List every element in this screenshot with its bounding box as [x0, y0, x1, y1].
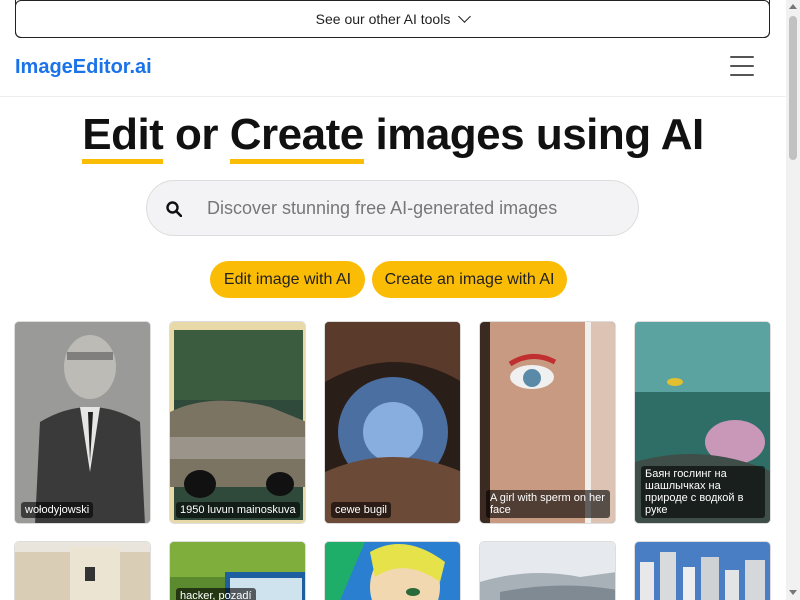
gallery-card[interactable]: 1950 luvun mainoskuva	[169, 321, 306, 524]
gallery-card[interactable]: A girl with sperm on her face	[479, 321, 616, 524]
title-create-word: Create	[229, 110, 364, 164]
vintage-car-image	[170, 322, 305, 523]
fisheye-image	[325, 322, 460, 523]
gallery-card[interactable]	[324, 541, 461, 600]
brand-logo[interactable]: ImageEditor.ai	[15, 56, 152, 79]
search-icon	[166, 201, 182, 217]
gallery-card[interactable]: cewe bugil	[324, 321, 461, 524]
city-image	[635, 542, 770, 600]
menu-icon[interactable]	[730, 56, 754, 76]
title-rest: images using AI	[363, 110, 704, 159]
card-caption: 1950 luvun mainoskuva	[176, 502, 300, 518]
other-tools-label: See our other AI tools	[315, 10, 451, 27]
title-edit-word: Edit	[82, 110, 164, 164]
scroll-up-icon[interactable]	[789, 4, 797, 9]
card-caption: A girl with sperm on her face	[486, 490, 610, 518]
card-caption: wołodyjowski	[21, 502, 94, 518]
gallery-card[interactable]	[634, 541, 771, 600]
gallery-card[interactable]: Баян гослинг на шашлычках на природе с в…	[634, 321, 771, 524]
title-connector: or	[163, 110, 230, 159]
scrollbar[interactable]	[786, 0, 800, 600]
edit-image-button[interactable]: Edit image with AI	[210, 261, 365, 298]
search-input[interactable]	[207, 181, 627, 235]
scroll-down-icon[interactable]	[789, 590, 797, 595]
chevron-down-icon	[458, 9, 472, 23]
anime-image	[325, 542, 460, 600]
gallery-card[interactable]	[479, 541, 616, 600]
gallery-card[interactable]	[14, 541, 151, 600]
card-caption: Баян гослинг на шашлычках на природе с в…	[641, 466, 765, 518]
building-image	[15, 542, 150, 600]
scroll-thumb[interactable]	[789, 16, 797, 160]
landscape-image	[480, 542, 615, 600]
other-tools-banner[interactable]: See our other AI tools	[15, 0, 770, 38]
portrait-image	[15, 322, 150, 523]
card-caption: cewe bugil	[331, 502, 391, 518]
search-bar	[146, 180, 639, 236]
page-title: Edit or Create images using AI	[0, 110, 786, 164]
card-caption: hacker, pozadí	[176, 588, 256, 600]
gallery-card[interactable]: wołodyjowski	[14, 321, 151, 524]
create-image-button[interactable]: Create an image with AI	[372, 261, 567, 298]
gallery-card[interactable]: hacker, pozadí	[169, 541, 306, 600]
navbar: ImageEditor.ai	[0, 39, 786, 97]
